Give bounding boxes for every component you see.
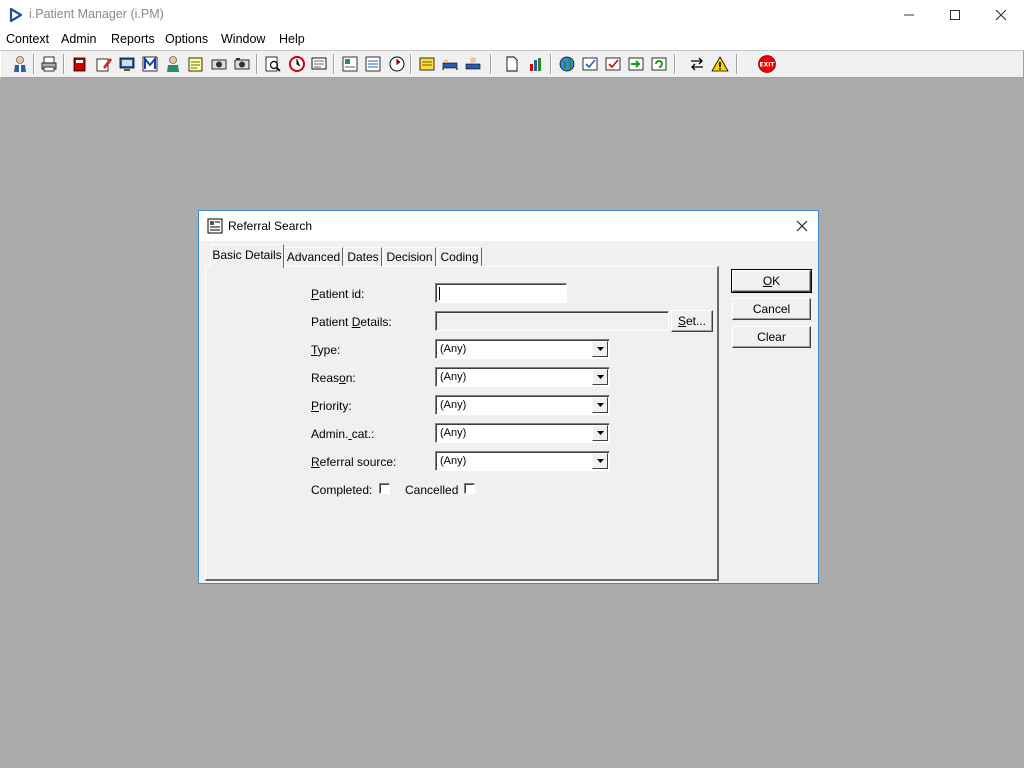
toolbar: EXIT bbox=[0, 50, 1024, 78]
priority-label: Priority: bbox=[311, 399, 352, 413]
patient-details-field bbox=[435, 311, 669, 331]
reason-select[interactable]: (Any) bbox=[435, 367, 610, 387]
close-window-button[interactable] bbox=[978, 0, 1024, 30]
document-icon[interactable] bbox=[502, 54, 522, 74]
referral-source-value: (Any) bbox=[440, 455, 467, 467]
letter-m-icon[interactable] bbox=[140, 54, 160, 74]
maximize-button[interactable] bbox=[932, 0, 978, 30]
app-title: i.Patient Manager (i.PM) bbox=[29, 7, 164, 21]
referral-search-dialog: Referral Search Basic Details Advanced D… bbox=[198, 210, 819, 584]
menu-context[interactable]: Context bbox=[6, 32, 49, 46]
doctor-icon[interactable] bbox=[163, 54, 183, 74]
patient-id-label: Patient id: bbox=[311, 287, 365, 301]
admin-cat-select[interactable]: (Any) bbox=[435, 423, 610, 443]
arrows-green-icon[interactable] bbox=[626, 54, 646, 74]
chevron-down-icon[interactable] bbox=[592, 397, 608, 413]
note-icon[interactable] bbox=[417, 54, 437, 74]
book-icon[interactable] bbox=[70, 54, 90, 74]
reason-label: Reason: bbox=[311, 371, 356, 385]
screen-icon[interactable] bbox=[117, 54, 137, 74]
text-caret bbox=[439, 287, 440, 300]
svg-text:EXIT: EXIT bbox=[759, 62, 775, 69]
tab-dates[interactable]: Dates bbox=[344, 247, 382, 266]
tab-basic-details[interactable]: Basic Details bbox=[210, 244, 284, 268]
patient-details-label: Patient Details: bbox=[311, 315, 392, 329]
menu-bar: Context Admin Reports Options Window Hel… bbox=[0, 30, 1024, 50]
type-label: Type: bbox=[311, 343, 341, 357]
priority-select[interactable]: (Any) bbox=[435, 395, 610, 415]
menu-help[interactable]: Help bbox=[279, 32, 305, 46]
cancelled-label: Cancelled bbox=[405, 483, 459, 497]
dialog-close-button[interactable] bbox=[786, 211, 818, 241]
cancelled-checkbox[interactable] bbox=[464, 483, 475, 494]
dialog-titlebar: Referral Search bbox=[199, 211, 818, 241]
completed-label: Completed: bbox=[311, 483, 373, 497]
ok-button[interactable]: OK bbox=[731, 269, 812, 293]
menu-options[interactable]: Options bbox=[165, 32, 208, 46]
tab-coding[interactable]: Coding bbox=[437, 247, 482, 266]
referral-source-label: Referral source: bbox=[311, 455, 397, 469]
menu-admin[interactable]: Admin bbox=[61, 32, 96, 46]
reason-value: (Any) bbox=[440, 371, 467, 383]
chart-icon[interactable] bbox=[526, 54, 546, 74]
clear-button[interactable]: Clear bbox=[732, 326, 811, 348]
check-list2-icon[interactable] bbox=[603, 54, 623, 74]
tab-decision[interactable]: Decision bbox=[383, 247, 436, 266]
notes-icon[interactable] bbox=[186, 54, 206, 74]
menu-window[interactable]: Window bbox=[221, 32, 265, 46]
tab-advanced[interactable]: Advanced bbox=[284, 247, 343, 266]
transfer-icon[interactable] bbox=[463, 54, 483, 74]
form-icon bbox=[207, 218, 223, 237]
referral-source-select[interactable]: (Any) bbox=[435, 451, 610, 471]
patient-icon[interactable] bbox=[10, 54, 30, 74]
type-select[interactable]: (Any) bbox=[435, 339, 610, 359]
timer-icon[interactable] bbox=[387, 54, 407, 74]
camera2-icon[interactable] bbox=[232, 54, 252, 74]
set-button[interactable]: Set... bbox=[671, 310, 713, 332]
dialog-title: Referral Search bbox=[228, 219, 313, 233]
check-list-icon[interactable] bbox=[580, 54, 600, 74]
menu-reports[interactable]: Reports bbox=[111, 32, 155, 46]
admin-cat-label: Admin. cat.: bbox=[311, 427, 375, 441]
exit-icon[interactable]: EXIT bbox=[757, 54, 777, 74]
minimize-button[interactable] bbox=[886, 0, 932, 30]
app-logo-icon bbox=[8, 7, 24, 23]
swap-icon[interactable] bbox=[687, 54, 707, 74]
warning-icon[interactable] bbox=[710, 54, 730, 74]
completed-checkbox[interactable] bbox=[379, 483, 390, 494]
card-icon[interactable] bbox=[340, 54, 360, 74]
patient-id-input[interactable] bbox=[435, 283, 567, 303]
printer-icon[interactable] bbox=[39, 54, 59, 74]
priority-value: (Any) bbox=[440, 399, 467, 411]
chevron-down-icon[interactable] bbox=[592, 425, 608, 441]
type-value: (Any) bbox=[440, 343, 467, 355]
clock-icon[interactable] bbox=[287, 54, 307, 74]
chevron-down-icon[interactable] bbox=[592, 453, 608, 469]
chevron-down-icon[interactable] bbox=[592, 341, 608, 357]
edit-icon[interactable] bbox=[94, 54, 114, 74]
bed-icon[interactable] bbox=[440, 54, 460, 74]
monitor-icon[interactable] bbox=[309, 54, 329, 74]
globe-icon[interactable] bbox=[557, 54, 577, 74]
app-titlebar: i.Patient Manager (i.PM) bbox=[0, 0, 1024, 30]
refresh-green-icon[interactable] bbox=[649, 54, 669, 74]
cancel-button[interactable]: Cancel bbox=[732, 298, 811, 320]
admin-cat-value: (Any) bbox=[440, 427, 467, 439]
chevron-down-icon[interactable] bbox=[592, 369, 608, 385]
search-doc-icon[interactable] bbox=[263, 54, 283, 74]
form-icon[interactable] bbox=[363, 54, 383, 74]
camera-icon[interactable] bbox=[209, 54, 229, 74]
